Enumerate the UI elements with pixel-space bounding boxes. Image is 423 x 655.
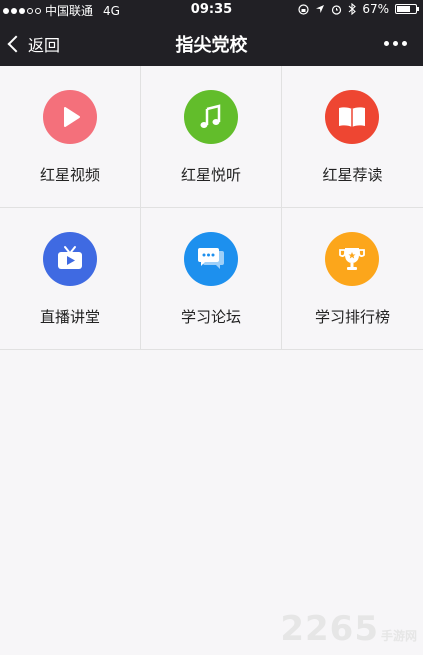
rotation-lock-icon [298, 3, 309, 15]
navigation-bar: 返回 指尖党校 [0, 20, 423, 66]
trophy-icon [325, 232, 379, 286]
status-bar: 中国联通 4G 09:35 67% [0, 0, 423, 20]
location-arrow-icon [316, 5, 325, 13]
watermark-number: 2265 [280, 609, 379, 649]
chat-bubbles-icon [184, 232, 238, 286]
feature-grid: 红星视频 红星悦听 红星荐读 直播讲堂 学习论坛 学习排行榜 [0, 66, 423, 350]
book-icon [325, 90, 379, 144]
tile-study-forum[interactable]: 学习论坛 [141, 208, 282, 350]
top-bar: 中国联通 4G 09:35 67% 返回 指尖党校 [0, 0, 423, 66]
play-icon [43, 90, 97, 144]
tile-red-star-video[interactable]: 红星视频 [0, 66, 141, 208]
tile-live-lecture[interactable]: 直播讲堂 [0, 208, 141, 350]
tile-red-star-reading[interactable]: 红星荐读 [282, 66, 423, 208]
more-options-button[interactable] [384, 41, 407, 46]
battery-percent: 67% [362, 2, 389, 16]
tile-label: 学习排行榜 [314, 308, 390, 326]
watermark-text: 手游网 [380, 629, 417, 643]
tile-label: 红星悦听 [180, 166, 241, 184]
tile-red-star-audio[interactable]: 红星悦听 [141, 66, 282, 208]
page-title: 指尖党校 [175, 35, 248, 56]
tile-label: 红星荐读 [322, 166, 383, 184]
music-note-icon [184, 90, 238, 144]
tile-study-leaderboard[interactable]: 学习排行榜 [282, 208, 423, 350]
tile-label: 学习论坛 [180, 308, 241, 326]
tile-label: 直播讲堂 [39, 308, 100, 326]
watermark-logo: 2265 手游网 [280, 609, 417, 649]
alarm-clock-icon [332, 4, 342, 15]
bluetooth-icon [348, 3, 357, 15]
tv-icon [43, 232, 97, 286]
more-dot-icon [384, 41, 389, 46]
battery-icon [395, 4, 419, 14]
tile-label: 红星视频 [39, 166, 100, 184]
